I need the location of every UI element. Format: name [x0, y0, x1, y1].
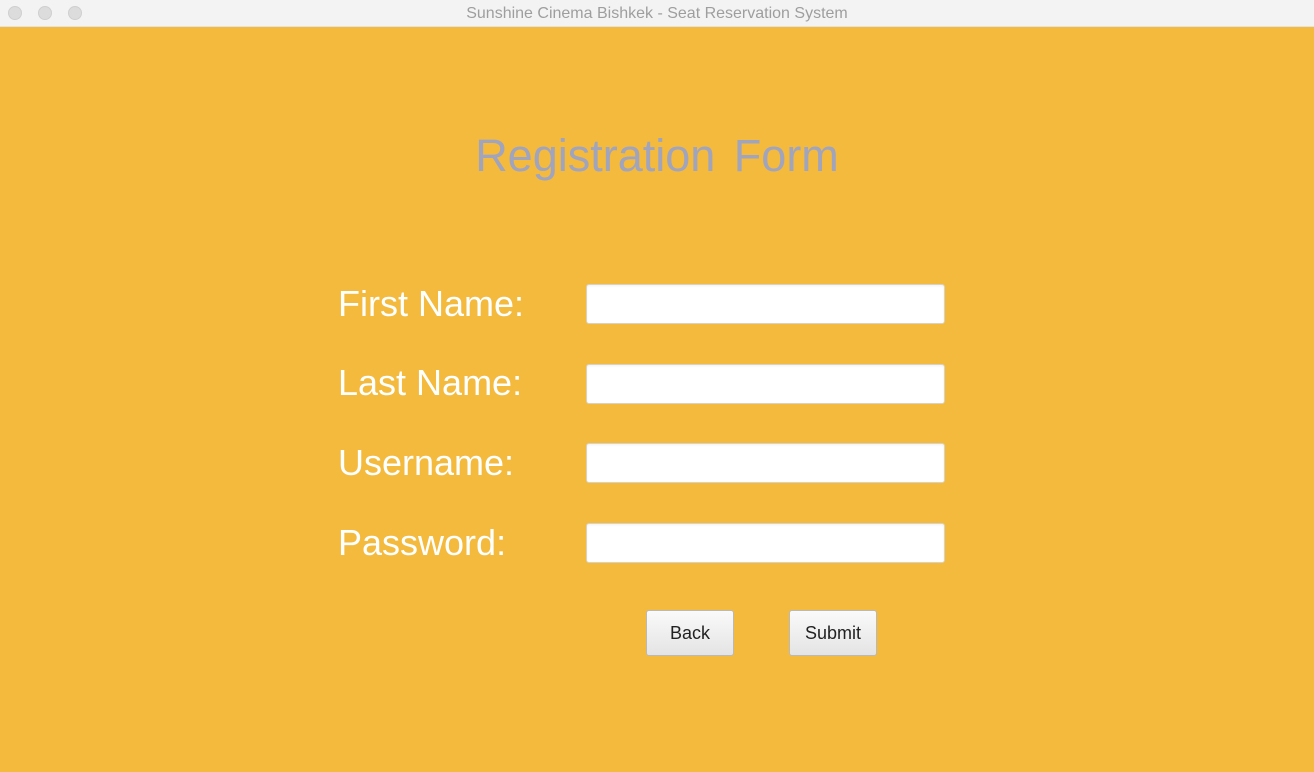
last-name-input[interactable] [586, 364, 945, 404]
password-input[interactable] [586, 523, 945, 563]
last-name-label: Last Name: [338, 362, 523, 403]
title-bar: Sunshine Cinema Bishkek - Seat Reservati… [0, 0, 1314, 27]
username-label: Username: [338, 442, 515, 483]
first-name-input[interactable] [586, 284, 945, 324]
first-name-label: First Name: [338, 283, 525, 324]
password-label: Password: [338, 522, 507, 563]
username-input[interactable] [586, 443, 945, 483]
form-title: Registration Form [475, 130, 839, 181]
app-window: Sunshine Cinema Bishkek - Seat Reservati… [0, 0, 1314, 772]
window-title: Sunshine Cinema Bishkek - Seat Reservati… [466, 5, 848, 22]
back-button[interactable]: Back [646, 610, 734, 656]
submit-button[interactable]: Submit [789, 610, 877, 656]
registration-panel: Registration Form First Name: Last Name:… [0, 27, 1314, 772]
